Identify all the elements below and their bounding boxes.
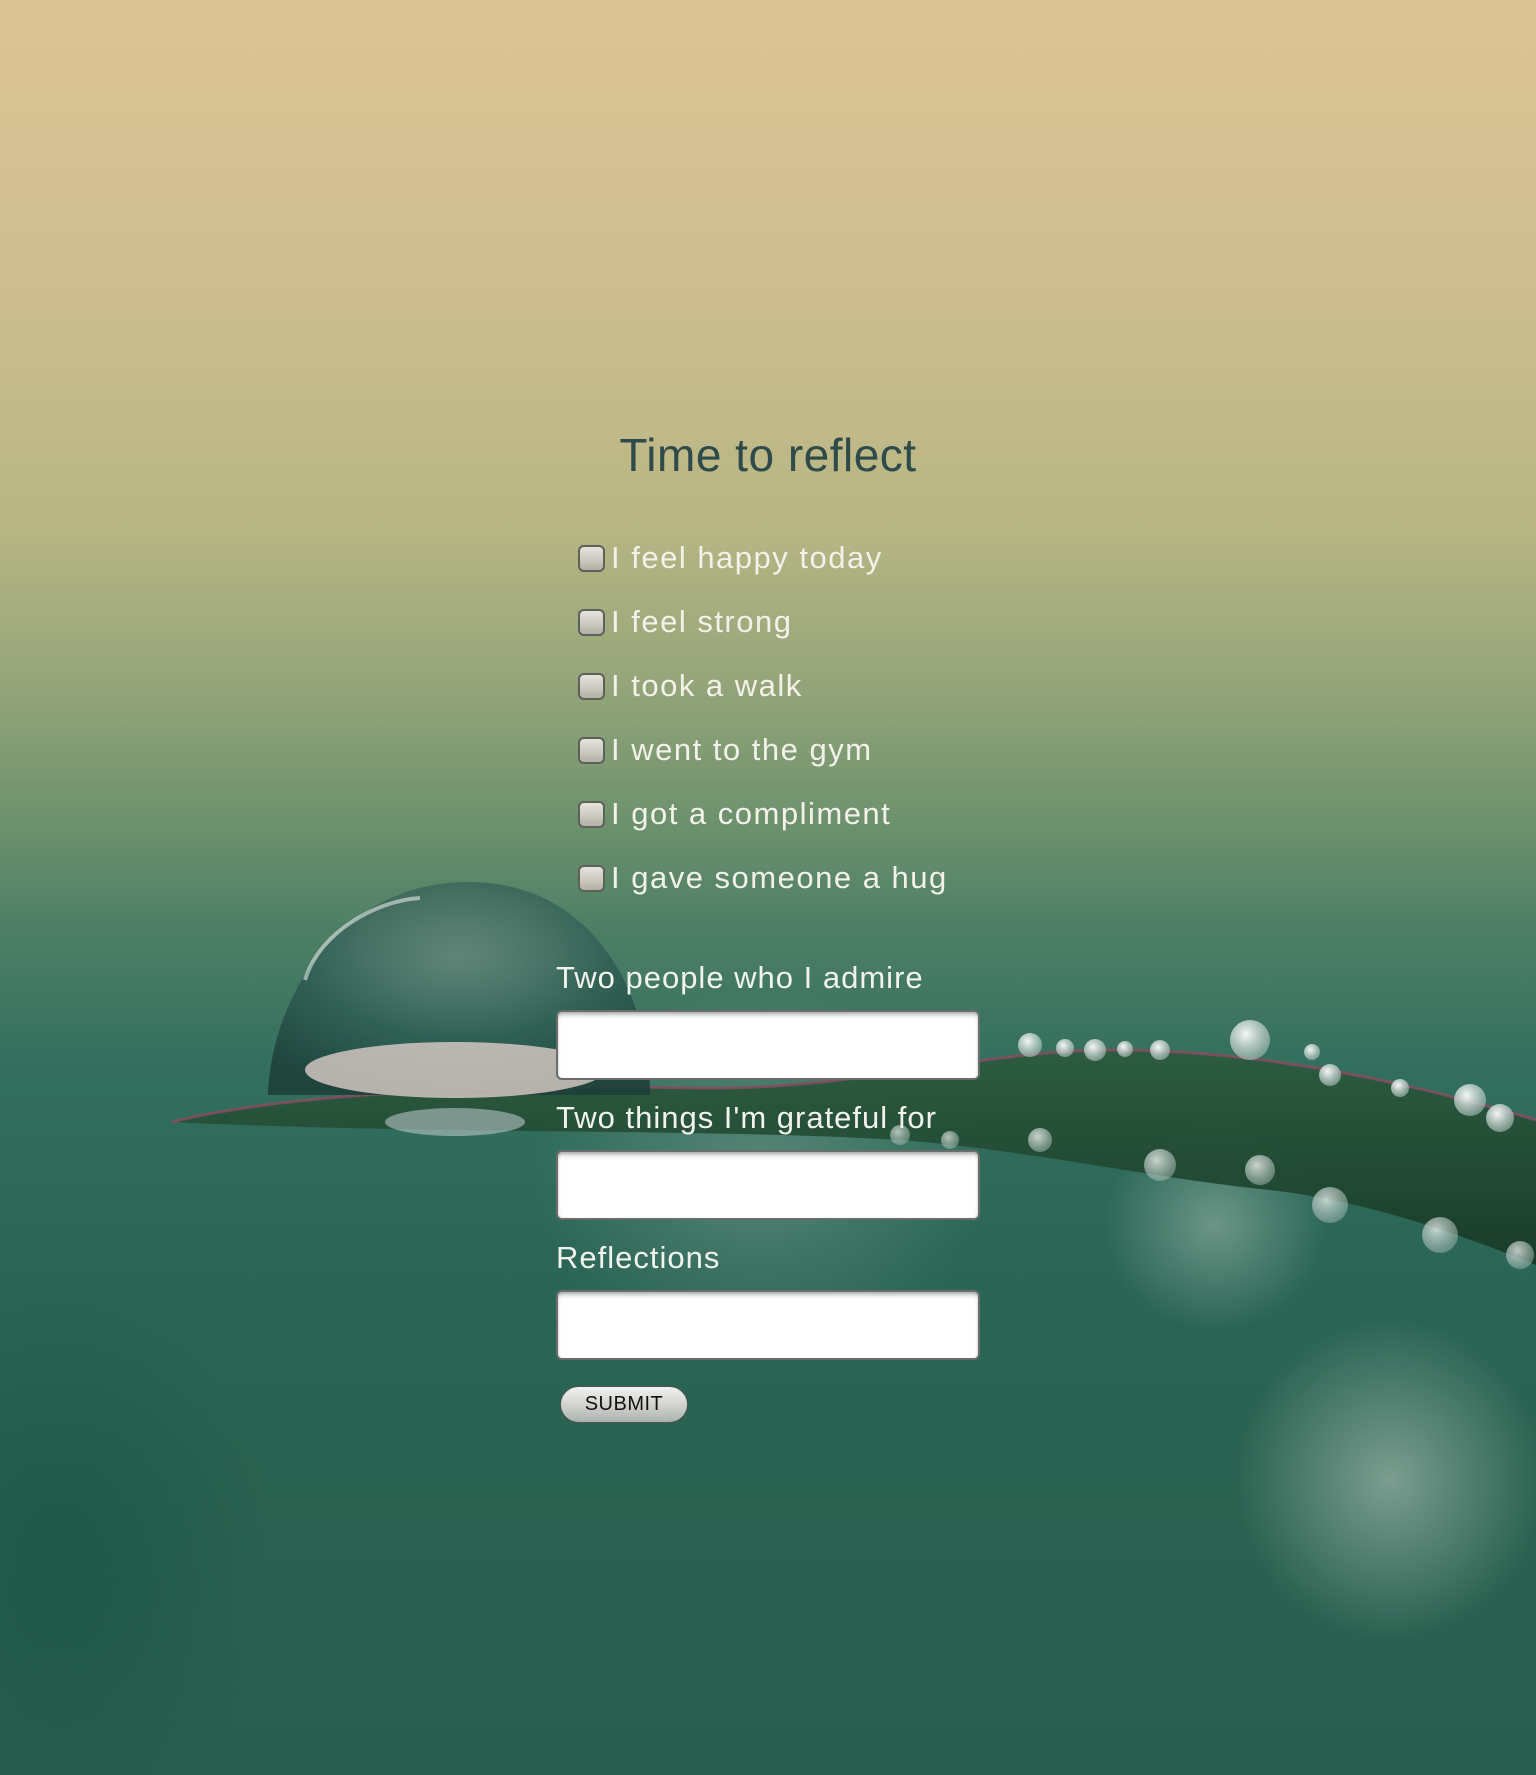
strong-checkbox[interactable]: [578, 608, 605, 636]
checklist-item-strong[interactable]: I feel strong: [578, 590, 948, 654]
reflections-label: Reflections: [556, 1240, 721, 1275]
checklist-item-hug[interactable]: I gave someone a hug: [578, 846, 948, 910]
checklist-item-compliment[interactable]: I got a compliment: [578, 782, 948, 846]
gym-checkbox[interactable]: [578, 736, 605, 764]
gym-label: I went to the gym: [611, 732, 873, 767]
hug-label: I gave someone a hug: [611, 860, 948, 895]
checklist-item-walk[interactable]: I took a walk: [578, 654, 948, 718]
reflection-checklist: I feel happy today I feel strong I took …: [578, 526, 948, 910]
admire-input[interactable]: [556, 1010, 980, 1080]
grateful-input[interactable]: [556, 1150, 980, 1220]
walk-label: I took a walk: [611, 668, 803, 703]
reflections-input[interactable]: [556, 1290, 980, 1360]
checklist-item-happy[interactable]: I feel happy today: [578, 526, 948, 590]
reflection-form: Time to reflect I feel happy today I fee…: [0, 0, 1536, 1775]
compliment-label: I got a compliment: [611, 796, 892, 831]
checklist-item-gym[interactable]: I went to the gym: [578, 718, 948, 782]
hug-checkbox[interactable]: [578, 864, 605, 892]
happy-label: I feel happy today: [611, 540, 883, 575]
page-title: Time to reflect: [619, 429, 917, 481]
grateful-label: Two things I'm grateful for: [556, 1100, 937, 1135]
compliment-checkbox[interactable]: [578, 800, 605, 828]
walk-checkbox[interactable]: [578, 672, 605, 700]
submit-button[interactable]: SUBMIT: [560, 1386, 688, 1423]
happy-checkbox[interactable]: [578, 544, 605, 572]
strong-label: I feel strong: [611, 604, 793, 639]
admire-label: Two people who I admire: [556, 960, 924, 995]
